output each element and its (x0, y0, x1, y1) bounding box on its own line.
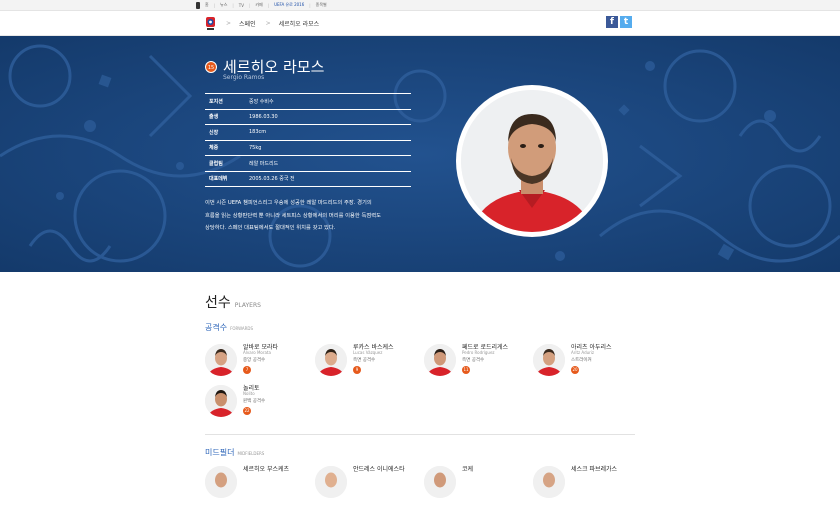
description-line: 이번 시즌 UEFA 챔피언스리그 우승에 성공한 레알 마드리드의 주장. 경… (205, 200, 372, 206)
global-nav: 홈 | 뉴스 | TV | 카페 | UEFA 유로 2016 | 종목별 (0, 0, 840, 11)
gnb-item-tv[interactable]: TV (239, 3, 244, 8)
player-thumbnail (205, 344, 237, 376)
info-key: 클럽팀 (205, 155, 245, 171)
description-line: 상당하다. 스페인 대표팀에서도 절대적인 위치를 갖고 있다. (205, 225, 336, 231)
info-row: 신장 183cm (205, 124, 411, 140)
player-name-english: Pedro Rodríguez (462, 350, 495, 355)
player-name-korean: 안드레스 이니에스타 (353, 466, 405, 473)
group-title-korean: 미드필더 (205, 448, 235, 457)
section-title-korean: 선수 (205, 295, 231, 311)
twitter-share-icon[interactable]: t (620, 16, 632, 28)
player-card[interactable]: 안드레스 이니에스타 (315, 464, 420, 514)
player-profile-hero: 15 세르히오 라모스 Sergio Ramos 포지션 중앙 수비수 출생 198… (0, 36, 840, 272)
group-title-forwards: 공격수 FORWARDS (205, 322, 253, 333)
player-card[interactable]: 세스크 파브레가스 (533, 464, 638, 514)
euro2016-logo-icon[interactable] (205, 16, 216, 30)
info-key: 대표데뷔 (205, 170, 245, 187)
player-description: 이번 시즌 UEFA 챔피언스리그 우승에 성공한 레알 마드리드의 주장. 경… (205, 197, 420, 235)
player-position: 중앙 공격수 (243, 358, 266, 363)
gnb-item-home[interactable]: 홈 (205, 2, 209, 8)
player-card[interactable]: 루카스 바스케스 Lucas Vázquez 측면 공격수 9 (315, 342, 420, 392)
player-position: 측면 공격수 (353, 358, 376, 363)
breadcrumb: > 스페인 > 세르히오 라모스 (216, 19, 319, 28)
player-position: 윈백 공격수 (243, 399, 266, 404)
info-key: 체중 (205, 139, 245, 156)
gnb-separator: | (232, 2, 234, 8)
gnb-separator: | (248, 2, 251, 8)
share-buttons: f t (606, 16, 632, 28)
player-name-korean: 세스크 파브레가스 (571, 466, 618, 473)
breadcrumb-item-player: 세르히오 라모스 (278, 20, 320, 28)
player-thumbnail (205, 466, 237, 498)
info-value: 2005.03.26 중국 전 (245, 170, 411, 187)
player-name-english: Lucas Vázquez (353, 350, 383, 355)
jersey-number-badge: 15 (205, 60, 217, 73)
breadcrumb-item-team[interactable]: 스페인 (239, 19, 256, 28)
info-key: 포지션 (205, 93, 245, 109)
info-row: 출생 1986.03.30 (205, 108, 411, 125)
facebook-share-icon[interactable]: f (606, 16, 618, 28)
chevron-right-icon: > (226, 19, 232, 27)
info-row: 포지션 중앙 수비수 (205, 93, 411, 109)
site-logo-icon[interactable] (196, 1, 200, 9)
jersey-number-badge: 9 (353, 366, 361, 374)
info-row: 클럽팀 레알 마드리드 (205, 155, 411, 171)
info-value: 183cm (245, 124, 411, 140)
player-card[interactable]: 세르히오 부스케츠 (205, 464, 310, 514)
player-card[interactable]: 아리츠 아두리스 Aritz Aduriz 스트라이커 20 (533, 342, 638, 392)
gnb-item-sports[interactable]: 종목별 (316, 2, 327, 8)
info-row: 대표데뷔 2005.03.26 중국 전 (205, 170, 411, 187)
group-title-midfielders: 미드필더 MIDFIELDERS (205, 447, 264, 458)
jersey-number-badge: 7 (243, 366, 251, 374)
jersey-number-badge: 11 (462, 366, 470, 374)
player-name-korean: 코케 (462, 466, 474, 473)
player-thumbnail (533, 344, 565, 376)
player-position: 측면 공격수 (462, 358, 485, 363)
group-title-korean: 공격수 (205, 323, 228, 332)
info-value: 75kg (245, 139, 411, 156)
player-name-english: Álvaro Morata (243, 350, 271, 355)
gnb-item-euro[interactable]: UEFA 유로 2016 (274, 2, 304, 8)
player-card[interactable]: 코케 (424, 464, 529, 514)
gnb-item-news[interactable]: 뉴스 (220, 2, 227, 8)
breadcrumb-bar: > 스페인 > 세르히오 라모스 f t (0, 11, 840, 36)
description-line: 흐름을 읽는 상황판단력 뿐 아니라 세트피스 상황에서의 머리를 이용한 득점… (205, 212, 381, 219)
info-row: 체중 75kg (205, 139, 411, 156)
player-thumbnail (315, 344, 347, 376)
jersey-number-badge: 22 (243, 407, 251, 415)
player-name-korean: 세르히오 부스케츠 (243, 466, 290, 473)
group-title-english: MIDFIELDERS (237, 451, 265, 456)
players-section-title: 선수 PLAYERS (205, 292, 261, 312)
player-photo (461, 90, 603, 232)
player-name-english: Aritz Aduriz (571, 350, 595, 355)
section-title-english: PLAYERS (234, 302, 261, 309)
background-pattern (0, 36, 840, 272)
info-key: 출생 (205, 108, 245, 125)
info-value: 레알 마드리드 (245, 155, 411, 171)
player-thumbnail (315, 466, 347, 498)
info-value: 1986.03.30 (245, 108, 411, 125)
player-name-english: Nolito (243, 391, 255, 396)
gnb-separator: | (267, 2, 270, 8)
player-info-table: 포지션 중앙 수비수 출생 1986.03.30 신장 183cm 체중 75kg 클럽… (205, 93, 411, 187)
player-card[interactable]: 놀리토 Nolito 윈백 공격수 22 (205, 383, 310, 433)
chevron-right-icon: > (265, 19, 271, 27)
player-position: 스트라이커 (571, 358, 592, 363)
player-thumbnail (533, 466, 565, 498)
gnb-separator: | (309, 2, 311, 8)
info-key: 신장 (205, 124, 245, 140)
player-name-english: Sergio Ramos (223, 74, 265, 81)
group-title-english: FORWARDS (230, 326, 254, 331)
section-divider (205, 434, 635, 435)
player-card[interactable]: 페드로 로드리게스 Pedro Rodríguez 측면 공격수 11 (424, 342, 529, 392)
gnb-separator: | (213, 2, 216, 8)
player-thumbnail (424, 344, 456, 376)
info-value: 중앙 수비수 (245, 93, 411, 109)
player-thumbnail (424, 466, 456, 498)
player-thumbnail (205, 385, 237, 417)
gnb-item-cafe[interactable]: 카페 (255, 2, 262, 8)
jersey-number-badge: 20 (571, 366, 579, 374)
